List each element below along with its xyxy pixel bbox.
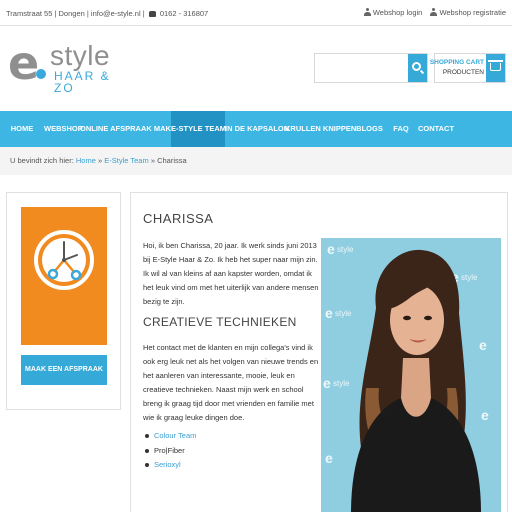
nav-item-webshop[interactable]: WEBSHOP: [44, 111, 83, 147]
team-member-photo: e style e style e style e e style e e: [321, 238, 501, 512]
webshop-login-label: Webshop login: [372, 8, 423, 17]
backdrop-logo: style: [461, 273, 478, 282]
list-item-serioxyl[interactable]: Serioxyl: [145, 458, 196, 473]
brand-list: Colour Team Pro|Fiber Serioxyl: [145, 429, 196, 473]
breadcrumb-separator: »: [97, 156, 103, 165]
logo-dot: [36, 69, 46, 79]
page-title: CHARISSA: [143, 211, 214, 226]
search-button[interactable]: [408, 54, 427, 82]
nav-item-in-de-kapsalon[interactable]: IN DE KAPSALON: [225, 111, 289, 147]
section-heading: CREATIEVE TECHNIEKEN: [143, 315, 297, 329]
cart-title: SHOPPING CART: [429, 59, 484, 66]
breadcrumb-current: Charissa: [157, 156, 187, 165]
nav-item-contact[interactable]: CONTACT: [416, 111, 456, 147]
account-links: Webshop login Webshop registratie: [358, 8, 506, 17]
list-item-colour-team[interactable]: Colour Team: [145, 429, 196, 444]
nav-item-estyle-team[interactable]: E-STYLE TEAM: [171, 111, 226, 147]
backdrop-logo: style: [335, 309, 352, 318]
main-nav: HOME WEBSHOP ONLINE AFSPRAAK MAKEN E-STY…: [0, 111, 512, 147]
clock-scissors-icon: [33, 229, 95, 291]
breadcrumb-home-link[interactable]: Home: [76, 156, 96, 165]
cart-icon-box: [486, 54, 505, 82]
backdrop-logo: e: [325, 450, 333, 466]
shopping-cart-button[interactable]: SHOPPING CART PRODUCTEN: [430, 53, 506, 83]
intro-paragraph: Hoi, ik ben Charissa, 20 jaar. Ik werk s…: [143, 241, 319, 306]
backdrop-logo: e: [479, 337, 487, 353]
logo-word: style: [50, 40, 111, 71]
techniques-paragraph: Het contact met de klanten en mijn colle…: [143, 343, 319, 422]
search-box: [314, 53, 428, 83]
nav-item-home[interactable]: HOME: [0, 111, 44, 147]
backdrop-logo: e: [325, 305, 333, 321]
backdrop-logo: e: [323, 375, 331, 391]
breadcrumb-prefix: U bevindt zich hier:: [10, 156, 74, 165]
search-input[interactable]: [315, 54, 409, 82]
backdrop-logo: e: [481, 407, 489, 423]
logo-tagline: HAAR & ZO: [54, 69, 111, 95]
backdrop-logo: style: [337, 245, 354, 254]
top-bar: Tramstraat 55 | Dongen | info@e-style.nl…: [0, 0, 512, 26]
backdrop-logo: style: [333, 379, 350, 388]
webshop-register-link[interactable]: Webshop registratie: [430, 8, 506, 17]
backdrop-logo: e: [327, 241, 335, 257]
logo-letter: e: [8, 36, 40, 90]
phone-number: 0162 - 316807: [159, 9, 209, 18]
phone-icon: [148, 11, 156, 17]
sidebar-widget: MAAK EEN AFSPRAAK: [6, 192, 121, 410]
contact-text: Tramstraat 55 | Dongen | info@e-style.nl…: [6, 9, 145, 18]
basket-icon: [488, 60, 503, 71]
nav-item-krullen-knippen[interactable]: KRULLEN KNIPPEN: [285, 111, 356, 147]
contact-info: Tramstraat 55 | Dongen | info@e-style.nl…: [6, 9, 208, 18]
nav-item-faq[interactable]: FAQ: [386, 111, 416, 147]
make-appointment-button[interactable]: MAAK EEN AFSPRAAK: [21, 355, 107, 385]
breadcrumb-separator: »: [150, 156, 155, 165]
search-icon: [412, 62, 421, 71]
nav-item-online-afspraak[interactable]: ONLINE AFSPRAAK MAKEN: [80, 111, 181, 147]
cart-subtitle: PRODUCTEN: [442, 69, 484, 76]
portrait-image: e style e style e style e e style e e: [321, 238, 501, 512]
breadcrumb-team-link[interactable]: E-Style Team: [104, 156, 148, 165]
main-content: CHARISSA Hoi, ik ben Charissa, 20 jaar. …: [130, 192, 508, 512]
user-icon: [363, 8, 371, 16]
site-header: e style HAAR & ZO SHOPPING CART PRODUCTE…: [0, 26, 512, 111]
site-logo[interactable]: e style HAAR & ZO: [8, 40, 118, 100]
breadcrumb: U bevindt zich hier: Home » E-Style Team…: [0, 147, 512, 175]
webshop-register-label: Webshop registratie: [439, 8, 506, 17]
appointment-tile[interactable]: [21, 207, 107, 345]
webshop-login-link[interactable]: Webshop login: [363, 8, 425, 17]
nav-item-blogs[interactable]: BLOGS: [353, 111, 386, 147]
list-item-profiber: Pro|Fiber: [145, 444, 196, 459]
user-icon: [430, 8, 438, 16]
